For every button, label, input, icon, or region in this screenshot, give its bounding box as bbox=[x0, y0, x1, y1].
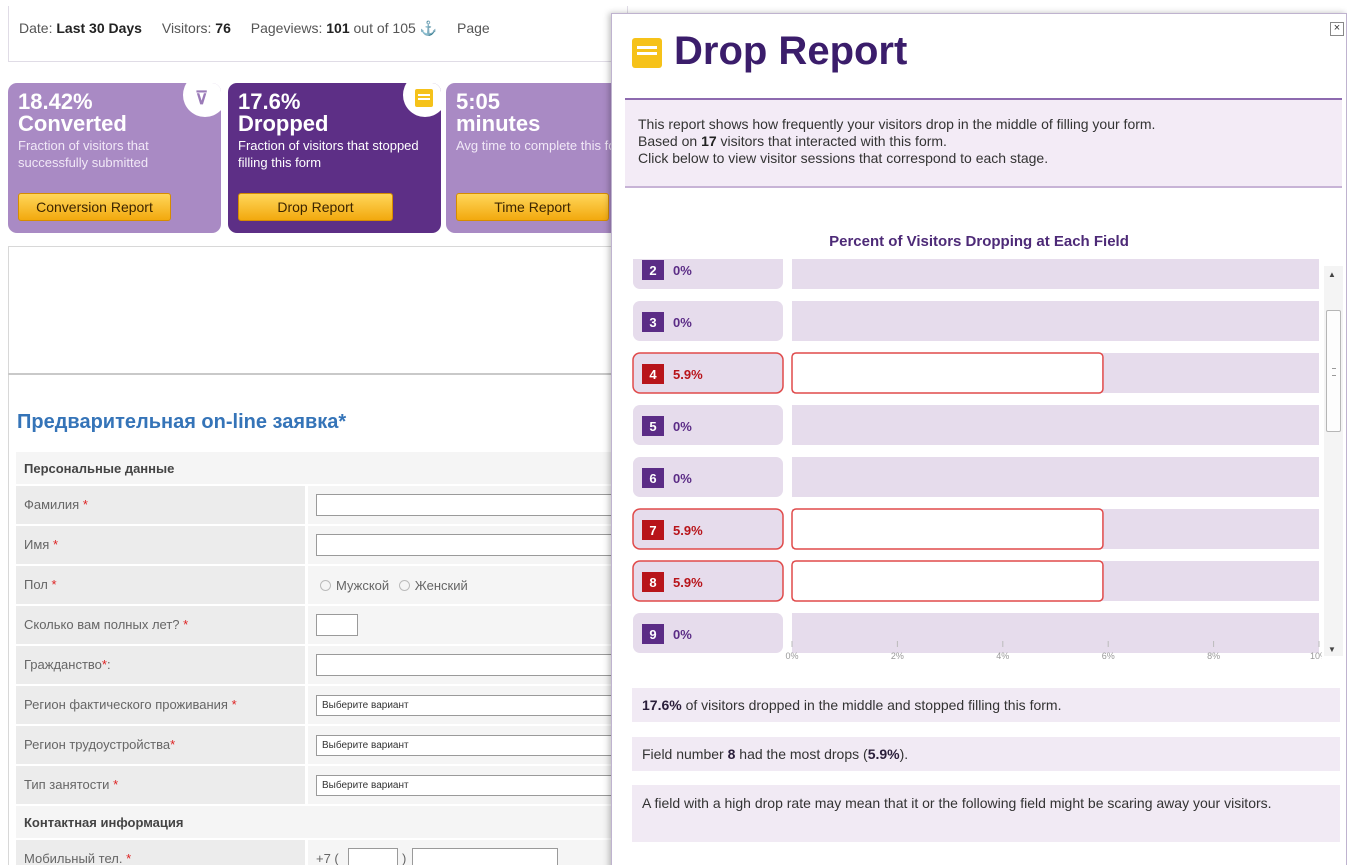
summary-advice: A field with a high drop rate may mean t… bbox=[632, 785, 1340, 842]
field-bar-4[interactable] bbox=[791, 352, 1104, 394]
x-tick-label: 10% bbox=[1310, 651, 1322, 661]
field-track-2[interactable] bbox=[792, 259, 1319, 289]
x-tick-label: 6% bbox=[1102, 651, 1115, 661]
scroll-up-arrow[interactable]: ▲ bbox=[1328, 270, 1336, 279]
stats-bar: Date: Last 30 Days Visitors: 76 Pageview… bbox=[8, 6, 628, 62]
page-stat: Page bbox=[457, 20, 490, 36]
scroll-down-arrow[interactable]: ▼ bbox=[1328, 645, 1336, 654]
form-divider bbox=[8, 373, 620, 375]
form-title: Предварительная on-line заявка* bbox=[17, 411, 347, 433]
citizenship-input[interactable] bbox=[316, 654, 616, 676]
phone-mid: ) bbox=[402, 851, 407, 865]
drop-chart: 2 0% 3 0% 4 5.9% 5 0% 6 0% 7 5.9% 8 5.9% 9 0% 0% 2% 4% 6% 8%… bbox=[630, 259, 1322, 661]
dropped-title: Dropped bbox=[238, 111, 329, 136]
modal-header: Drop Report × bbox=[612, 14, 1346, 98]
field-number-8: 8 bbox=[649, 575, 656, 590]
field-number-4: 4 bbox=[649, 367, 657, 382]
chart-title: Percent of Visitors Dropping at Each Fie… bbox=[829, 233, 1129, 250]
sex-radios: Мужской Женский bbox=[320, 578, 468, 593]
age-input[interactable] bbox=[316, 614, 358, 636]
form-row-region-live: Регион фактического проживания * Выберит… bbox=[16, 686, 628, 726]
field-percent-2: 0% bbox=[673, 263, 692, 278]
phone-prefix: +7 ( bbox=[316, 851, 339, 865]
x-tick-label: 4% bbox=[996, 651, 1009, 661]
drop-report-button[interactable]: Drop Report bbox=[238, 193, 393, 221]
name-input[interactable] bbox=[316, 534, 616, 556]
male-radio[interactable] bbox=[320, 580, 331, 591]
converted-desc: Fraction of visitors that successfully s… bbox=[18, 138, 149, 170]
field-percent-7: 5.9% bbox=[673, 523, 703, 538]
region-live-select[interactable]: Выберите вариант bbox=[316, 695, 616, 716]
field-percent-9: 0% bbox=[673, 627, 692, 642]
field-bar-8[interactable] bbox=[791, 560, 1104, 602]
field-percent-5: 0% bbox=[673, 419, 692, 434]
field-percent-3: 0% bbox=[673, 315, 692, 330]
phone-code-input[interactable] bbox=[348, 848, 398, 865]
field-number-7: 7 bbox=[649, 523, 656, 538]
field-track-6[interactable] bbox=[792, 457, 1319, 497]
converted-card: ⊽ 18.42% Converted Fraction of visitors … bbox=[8, 83, 221, 233]
anchor-icon[interactable]: ⚓ bbox=[420, 20, 437, 36]
form-row-surname: Фамилия * bbox=[16, 486, 628, 526]
section-personal: Персональные данные bbox=[16, 452, 628, 486]
form-row-region-work: Регион трудоустройства* Выберите вариант bbox=[16, 726, 628, 766]
visitors-stat: Visitors: 76 bbox=[161, 20, 231, 36]
note-icon bbox=[415, 89, 433, 107]
dropped-card: 17.6% Dropped Fraction of visitors that … bbox=[228, 83, 441, 233]
close-button[interactable]: × bbox=[1330, 22, 1344, 36]
surname-input[interactable] bbox=[316, 494, 616, 516]
female-radio[interactable] bbox=[398, 580, 410, 591]
drop-chart-svg: 2 0% 3 0% 4 5.9% 5 0% 6 0% 7 5.9% 8 5.9% 9 0% 0% 2% 4% 6% 8%… bbox=[632, 259, 1322, 661]
summary-cards: ⊽ 18.42% Converted Fraction of visitors … bbox=[8, 83, 659, 233]
report-note-icon bbox=[632, 38, 662, 68]
funnel-icon: ⊽ bbox=[195, 88, 209, 108]
summary-dropped: 17.6% of visitors dropped in the middle … bbox=[632, 688, 1340, 722]
time-desc: Avg time to complete this form bbox=[456, 138, 631, 153]
chart-scrollbar[interactable]: ▲ ▼ bbox=[1324, 266, 1343, 656]
scroll-thumb[interactable] bbox=[1326, 310, 1341, 432]
form-row-sex: Пол * Мужской Женский bbox=[16, 566, 628, 606]
stats-row: Date: Last 30 Days Visitors: 76 Pageview… bbox=[19, 20, 506, 37]
x-tick-label: 8% bbox=[1207, 651, 1220, 661]
section-contact: Контактная информация bbox=[16, 806, 628, 840]
field-number-3: 3 bbox=[649, 315, 656, 330]
field-number-9: 9 bbox=[649, 627, 656, 642]
phone-number-input[interactable] bbox=[412, 848, 558, 865]
form-row-name: Имя * bbox=[16, 526, 628, 566]
x-tick-label: 0% bbox=[785, 651, 798, 661]
field-track-5[interactable] bbox=[792, 405, 1319, 445]
field-track-9[interactable] bbox=[792, 613, 1319, 653]
drop-report-modal: Drop Report × This report shows how freq… bbox=[611, 13, 1347, 865]
field-number-6: 6 bbox=[649, 471, 656, 486]
dropped-desc: Fraction of visitors that stopped fillin… bbox=[238, 138, 419, 170]
field-track-3[interactable] bbox=[792, 301, 1319, 341]
conversion-report-button[interactable]: Conversion Report bbox=[18, 193, 171, 221]
form-row-age: Сколько вам полных лет? * bbox=[16, 606, 628, 646]
form-row-employment: Тип занятости * Выберите вариант bbox=[16, 766, 628, 806]
field-percent-4: 5.9% bbox=[673, 367, 703, 382]
pageviews-stat: Pageviews: 101 out of 105 ⚓ bbox=[250, 20, 438, 36]
report-intro: This report shows how frequently your vi… bbox=[625, 98, 1342, 188]
field-percent-8: 5.9% bbox=[673, 575, 703, 590]
x-tick-label: 2% bbox=[891, 651, 904, 661]
employment-select[interactable]: Выберите вариант bbox=[316, 775, 616, 796]
converted-title: Converted bbox=[18, 111, 127, 136]
time-report-button[interactable]: Time Report bbox=[456, 193, 609, 221]
form-row-citizenship: Гражданство*: bbox=[16, 646, 628, 686]
form-row-mobile: Мобильный тел. * +7 ( ) bbox=[16, 840, 628, 865]
page: Date: Last 30 Days Visitors: 76 Pageview… bbox=[0, 0, 1347, 865]
field-number-2: 2 bbox=[649, 263, 656, 278]
summary-most-drops: Field number 8 had the most drops (5.9%)… bbox=[632, 737, 1340, 771]
form-table: Персональные данные Фамилия * Имя * Пол … bbox=[16, 452, 628, 865]
field-percent-6: 0% bbox=[673, 471, 692, 486]
field-number-5: 5 bbox=[649, 419, 656, 434]
field-bar-7[interactable] bbox=[791, 508, 1104, 550]
region-work-select[interactable]: Выберите вариант bbox=[316, 735, 616, 756]
modal-title: Drop Report bbox=[674, 29, 908, 73]
date-stat[interactable]: Date: Last 30 Days bbox=[19, 20, 142, 36]
